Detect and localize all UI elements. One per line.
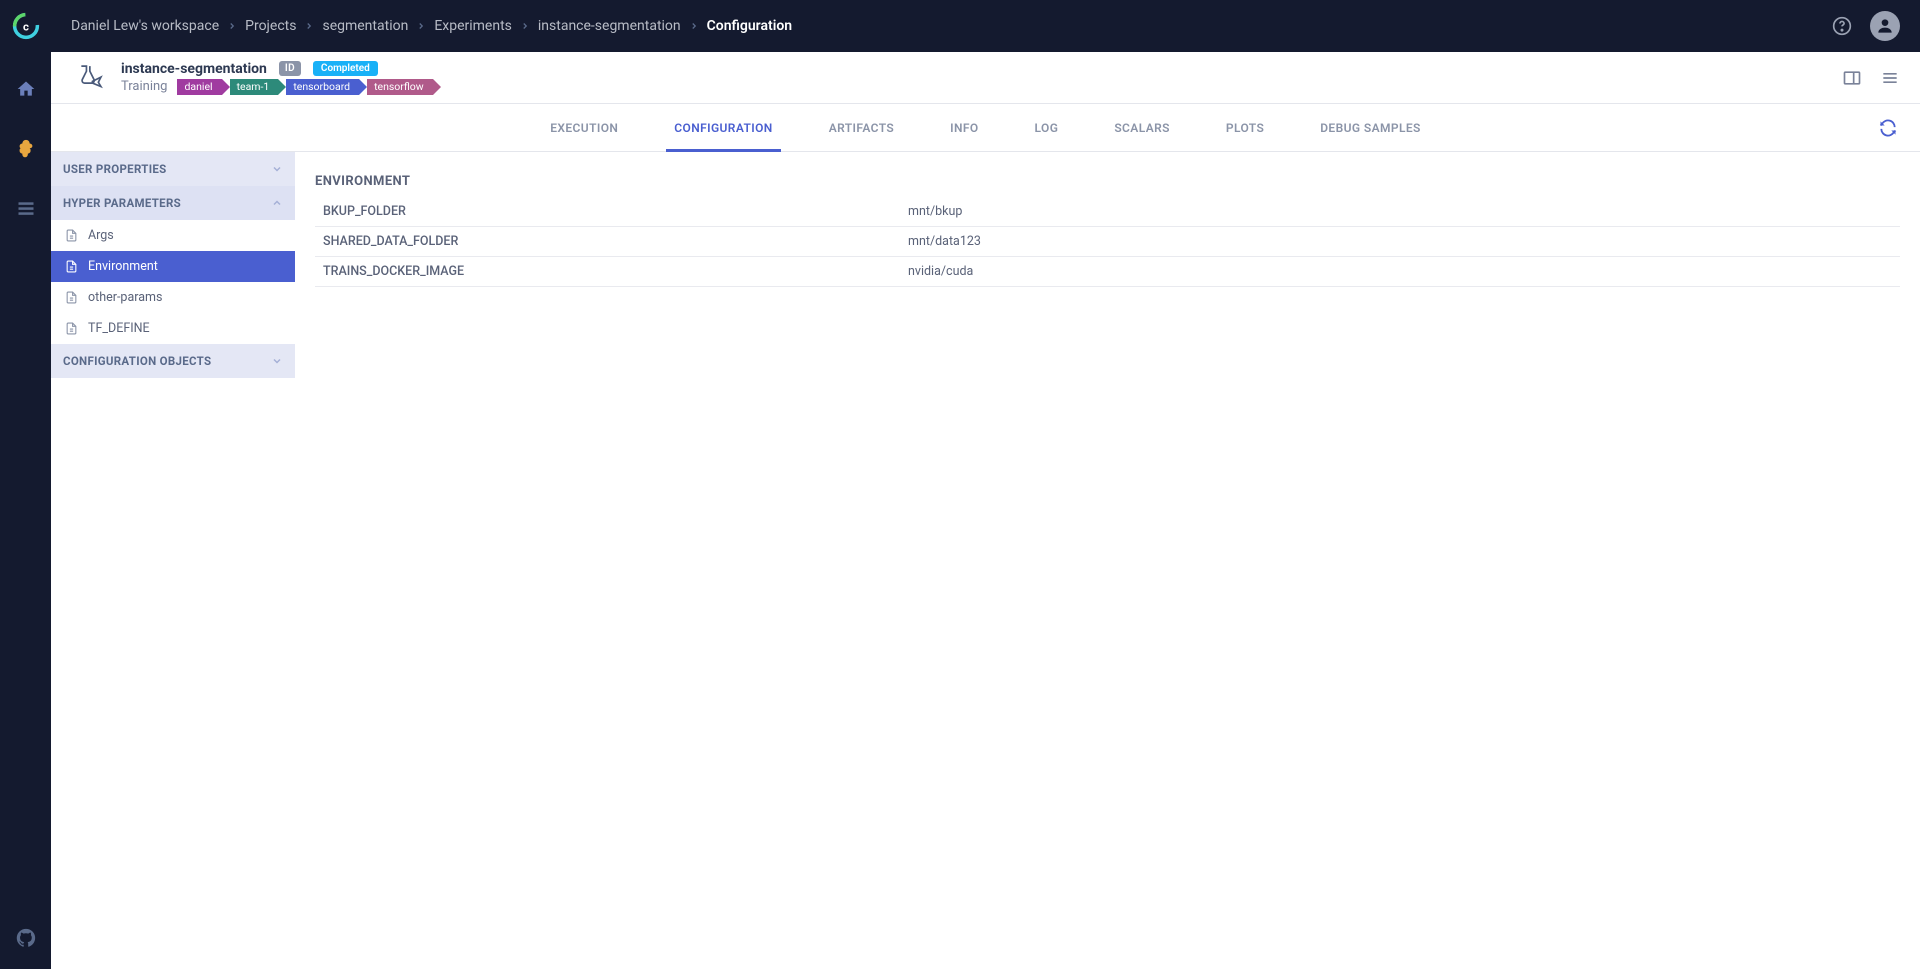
config-key: SHARED_DATA_FOLDER [323, 234, 908, 249]
tag[interactable]: team-1 [230, 79, 279, 95]
chevron-right-icon [304, 21, 314, 31]
sidebar-item-label: other-params [88, 290, 162, 305]
chevron-right-icon [227, 21, 237, 31]
help-icon[interactable] [1832, 16, 1852, 36]
detail-tabs: EXECUTION CONFIGURATION ARTIFACTS INFO L… [51, 104, 1920, 152]
status-badge: Completed [313, 61, 378, 76]
config-row[interactable]: TRAINS_DOCKER_IMAGE nvidia/cuda [315, 257, 1900, 287]
config-sidebar: USER PROPERTIES HYPER PARAMETERS Args En… [51, 152, 295, 969]
chevron-right-icon [520, 21, 530, 31]
experiment-type: Training [121, 79, 167, 94]
chevron-right-icon [416, 21, 426, 31]
document-icon [65, 321, 78, 336]
github-icon[interactable] [15, 927, 37, 949]
chevron-down-icon [271, 163, 283, 175]
experiment-name: instance-segmentation [121, 61, 267, 77]
breadcrumb-current: Configuration [707, 18, 792, 34]
tag[interactable]: tensorboard [286, 79, 359, 95]
config-value: nvidia/cuda [908, 264, 973, 279]
config-row[interactable]: SHARED_DATA_FOLDER mnt/data123 [315, 227, 1900, 257]
user-avatar[interactable] [1870, 11, 1900, 41]
id-badge[interactable]: ID [279, 61, 301, 76]
section-label: USER PROPERTIES [63, 162, 167, 176]
breadcrumb-experiment[interactable]: instance-segmentation [538, 18, 681, 34]
section-configuration-objects[interactable]: CONFIGURATION OBJECTS [51, 344, 295, 378]
section-hyper-parameters[interactable]: HYPER PARAMETERS [51, 186, 295, 220]
config-row[interactable]: BKUP_FOLDER mnt/bkup [315, 197, 1900, 227]
breadcrumb-project[interactable]: segmentation [322, 18, 408, 34]
top-bar: Daniel Lew's workspace Projects segmenta… [51, 0, 1920, 52]
tag[interactable]: tensorflow [367, 79, 433, 95]
tag[interactable]: daniel [177, 79, 221, 95]
document-icon [65, 290, 78, 305]
sidebar-item-environment[interactable]: Environment [51, 251, 295, 282]
content-heading: ENVIRONMENT [315, 174, 1900, 189]
chevron-up-icon [271, 197, 283, 209]
config-key: TRAINS_DOCKER_IMAGE [323, 264, 908, 279]
breadcrumb-projects[interactable]: Projects [245, 18, 296, 34]
config-value: mnt/bkup [908, 204, 962, 219]
sidebar-item-label: TF_DEFINE [88, 321, 150, 336]
sidebar-item-label: Args [88, 228, 114, 243]
tab-configuration[interactable]: CONFIGURATION [674, 105, 772, 151]
menu-icon[interactable] [1880, 68, 1900, 88]
chevron-down-icon [271, 355, 283, 367]
section-label: HYPER PARAMETERS [63, 196, 181, 210]
tab-debug-samples[interactable]: DEBUG SAMPLES [1320, 105, 1421, 151]
home-icon[interactable] [15, 78, 37, 100]
tab-info[interactable]: INFO [950, 105, 978, 151]
breadcrumbs: Daniel Lew's workspace Projects segmenta… [71, 18, 792, 34]
refresh-icon[interactable] [1878, 118, 1898, 138]
section-label: CONFIGURATION OBJECTS [63, 354, 211, 368]
breadcrumb-experiments[interactable]: Experiments [434, 18, 512, 34]
section-user-properties[interactable]: USER PROPERTIES [51, 152, 295, 186]
app-logo[interactable]: c [12, 12, 40, 40]
tab-plots[interactable]: PLOTS [1226, 105, 1264, 151]
tab-execution[interactable]: EXECUTION [550, 105, 618, 151]
queues-icon[interactable] [15, 198, 37, 220]
sidebar-item-args[interactable]: Args [51, 220, 295, 251]
tab-log[interactable]: LOG [1035, 105, 1059, 151]
sidebar-item-tf-define[interactable]: TF_DEFINE [51, 313, 295, 344]
experiment-tags: daniel team-1 tensorboard tensorflow [177, 79, 440, 95]
chevron-right-icon [689, 21, 699, 31]
document-icon [65, 228, 78, 243]
layout-icon[interactable] [1842, 68, 1862, 88]
experiment-header: instance-segmentation ID Completed Train… [51, 52, 1920, 104]
sidebar-item-label: Environment [88, 259, 158, 274]
tab-artifacts[interactable]: ARTIFACTS [829, 105, 894, 151]
breadcrumb-workspace[interactable]: Daniel Lew's workspace [71, 18, 219, 34]
config-content: ENVIRONMENT BKUP_FOLDER mnt/bkup SHARED_… [295, 152, 1920, 969]
config-value: mnt/data123 [908, 234, 981, 249]
svg-text:c: c [23, 19, 29, 33]
config-key: BKUP_FOLDER [323, 204, 908, 219]
sidebar-item-other-params[interactable]: other-params [51, 282, 295, 313]
document-icon [65, 259, 78, 274]
tab-scalars[interactable]: SCALARS [1114, 105, 1170, 151]
left-icon-rail: c [0, 0, 51, 969]
workers-icon[interactable] [15, 138, 37, 160]
flask-icon [71, 60, 107, 96]
